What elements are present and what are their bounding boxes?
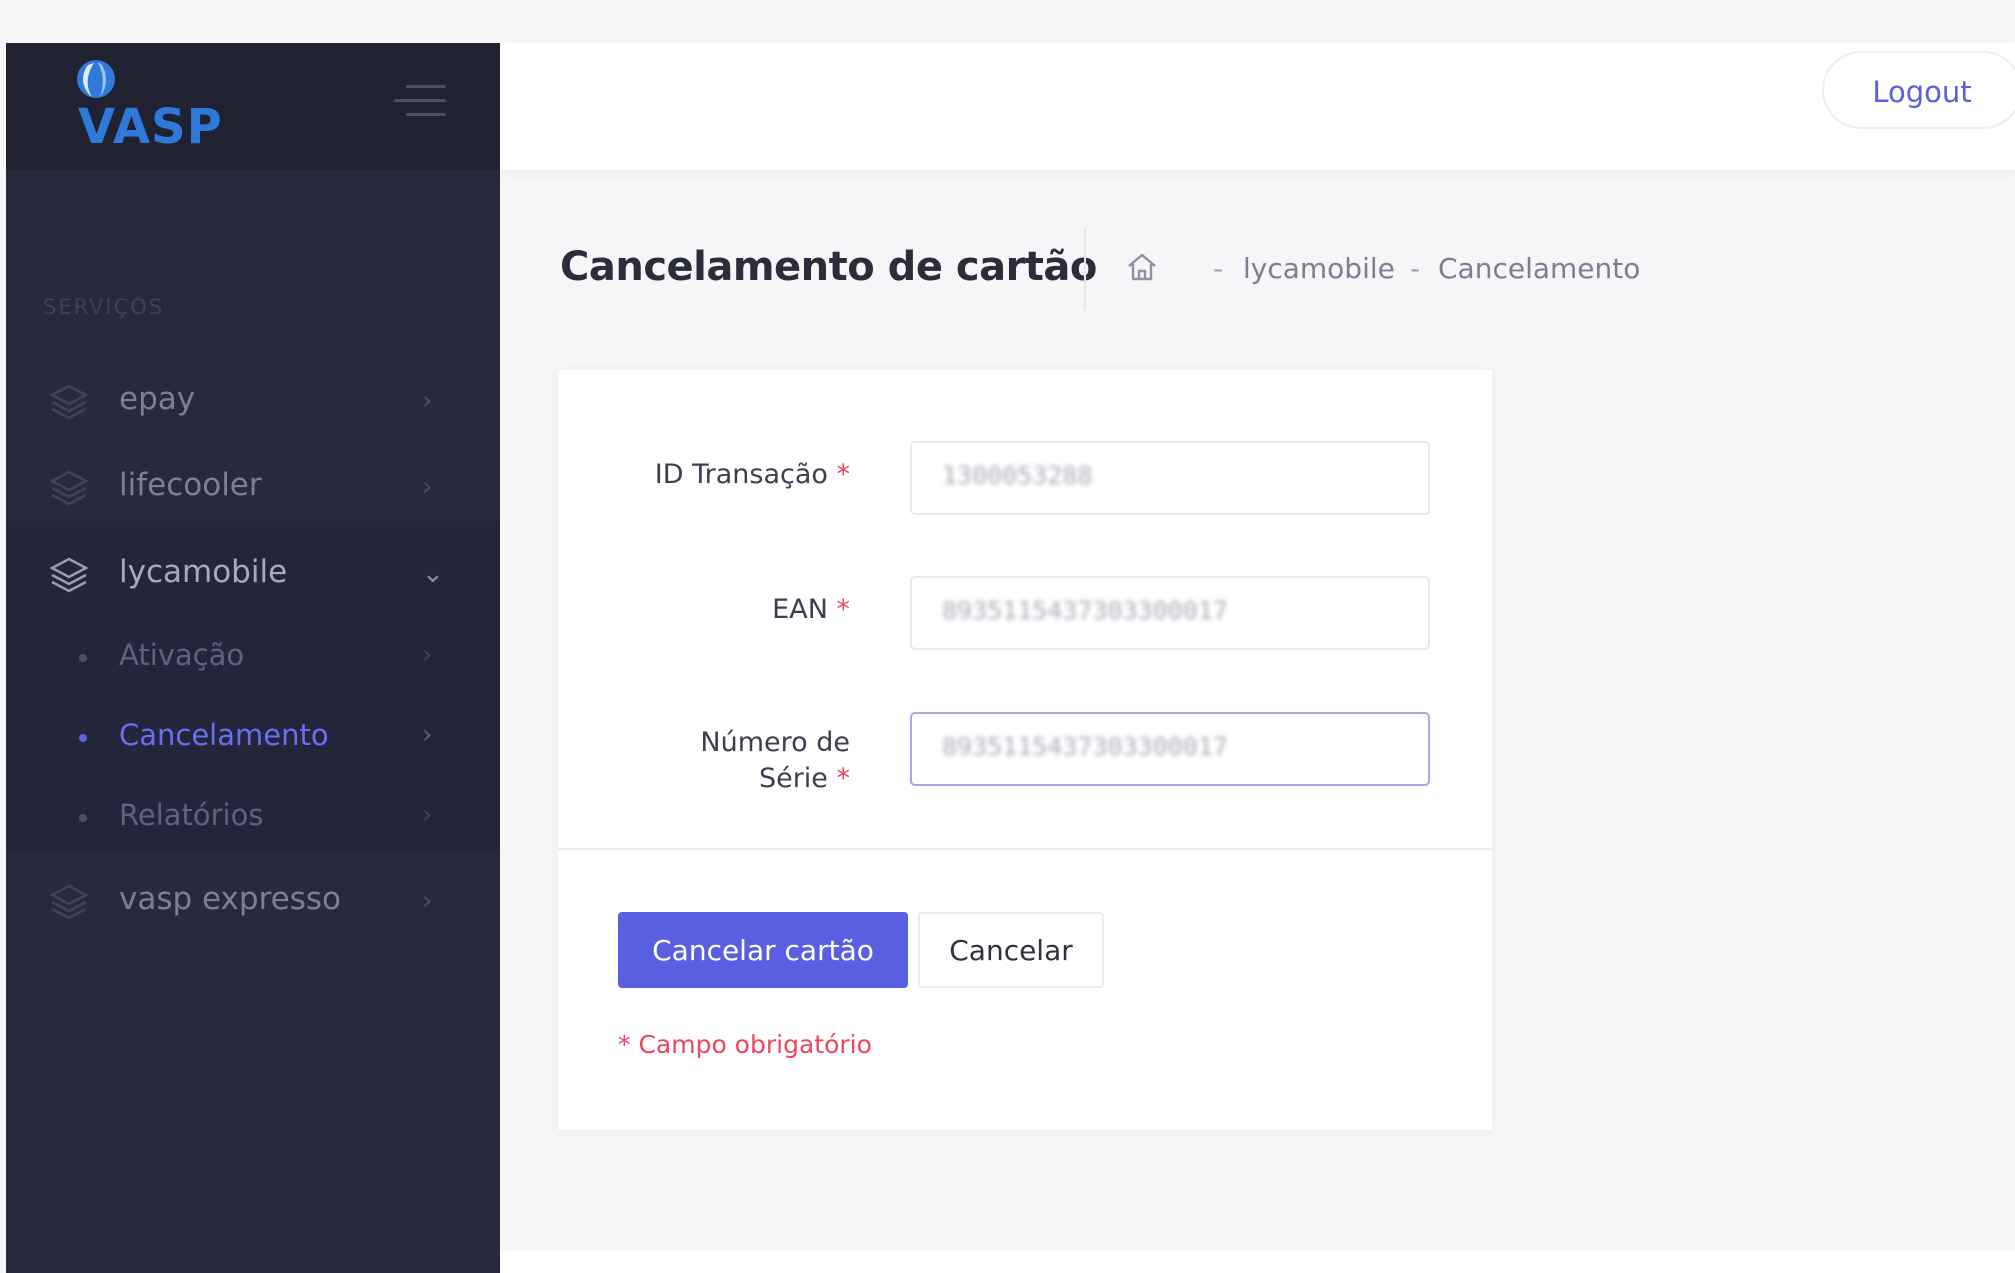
- ean-label: EAN *: [772, 592, 850, 628]
- id-transacao-input[interactable]: 1300053288: [910, 441, 1430, 515]
- breadcrumb-cancelamento[interactable]: Cancelamento: [1438, 252, 1640, 285]
- sidebar-item-lifecooler[interactable]: lifecooler ›: [6, 444, 500, 530]
- layers-icon: [49, 384, 89, 420]
- field-label-text: Série: [758, 763, 828, 794]
- field-label-text: EAN: [772, 594, 828, 625]
- logout-button[interactable]: Logout: [1822, 51, 2015, 129]
- logo-text: VASP: [78, 99, 223, 155]
- top-strip: [0, 0, 2015, 43]
- numero-serie-label: Número de Série *: [700, 725, 850, 797]
- layers-icon: [49, 884, 89, 920]
- sidebar-item-lycamobile[interactable]: lycamobile ⌄: [6, 531, 500, 617]
- footer-strip: [500, 1250, 2015, 1273]
- input-value: 8935115437303300017: [942, 596, 1228, 625]
- sidebar-subitem-label: Cancelamento: [119, 718, 329, 752]
- home-icon[interactable]: [1125, 250, 1159, 284]
- sidebar-item-label: epay: [119, 381, 196, 417]
- bullet-icon: [79, 734, 87, 742]
- vasp-logo[interactable]: VASP: [66, 53, 226, 155]
- ean-input[interactable]: 8935115437303300017: [910, 576, 1430, 650]
- sidebar-item-label: vasp expresso: [119, 881, 341, 917]
- breadcrumb-lycamobile[interactable]: lycamobile: [1243, 252, 1395, 285]
- sidebar-subitem-relatorios[interactable]: Relatórios ›: [6, 778, 500, 858]
- input-value: 8935115437303300017: [942, 732, 1228, 761]
- bullet-icon: [79, 814, 87, 822]
- required-mark: *: [836, 459, 851, 490]
- lycamobile-group: lycamobile ⌄ Ativação › Cancelamento › R…: [6, 521, 500, 851]
- sidebar: VASP SERVIÇOS epay › lifecooler › lycamo…: [6, 43, 500, 1273]
- chevron-right-icon: ›: [422, 720, 433, 750]
- brand-bar: VASP: [6, 43, 500, 170]
- page-title: Cancelamento de cartão: [560, 244, 1097, 290]
- field-label-text: ID Transação: [654, 459, 828, 490]
- cancelar-cartao-button[interactable]: Cancelar cartão: [618, 912, 908, 988]
- required-note: * Campo obrigatório: [618, 1030, 872, 1059]
- numero-serie-input[interactable]: 8935115437303300017: [910, 712, 1430, 786]
- layers-icon: [49, 557, 89, 593]
- chevron-right-icon: ›: [422, 472, 433, 502]
- cancel-card-form: ID Transação * 1300053288 EAN * 89351154…: [558, 370, 1492, 1130]
- cancel-button[interactable]: Cancelar: [918, 912, 1104, 988]
- required-mark: *: [836, 594, 851, 625]
- card-divider: [558, 848, 1492, 850]
- sidebar-subitem-cancelamento[interactable]: Cancelamento ›: [6, 698, 500, 778]
- breadcrumb-separator: -: [1213, 252, 1224, 285]
- section-title: SERVIÇOS: [43, 295, 165, 319]
- sidebar-item-label: lycamobile: [119, 554, 288, 590]
- sidebar-subitem-label: Relatórios: [119, 798, 264, 832]
- required-mark: *: [836, 763, 851, 794]
- chevron-right-icon: ›: [422, 800, 433, 830]
- chevron-right-icon: ›: [422, 640, 433, 670]
- sidebar-subitem-label: Ativação: [119, 638, 245, 672]
- id-transacao-label: ID Transação *: [655, 457, 850, 493]
- breadcrumb-separator: -: [1410, 252, 1421, 285]
- input-value: 1300053288: [942, 461, 1093, 490]
- chevron-right-icon: ›: [422, 386, 433, 416]
- sidebar-item-label: lifecooler: [119, 467, 262, 503]
- field-label-text: Número de: [700, 727, 850, 758]
- chevron-down-icon: ⌄: [422, 559, 444, 589]
- sidebar-item-vasp-expresso[interactable]: vasp expresso ›: [6, 858, 500, 944]
- menu-toggle-icon[interactable]: [390, 81, 446, 121]
- sidebar-subitem-ativacao[interactable]: Ativação ›: [6, 618, 500, 698]
- layers-icon: [49, 470, 89, 506]
- title-divider: [1084, 228, 1086, 310]
- globe-icon: [77, 60, 115, 98]
- bullet-icon: [79, 654, 87, 662]
- chevron-right-icon: ›: [422, 886, 433, 916]
- sidebar-item-epay[interactable]: epay ›: [6, 358, 500, 444]
- top-header: Logout: [500, 43, 2015, 170]
